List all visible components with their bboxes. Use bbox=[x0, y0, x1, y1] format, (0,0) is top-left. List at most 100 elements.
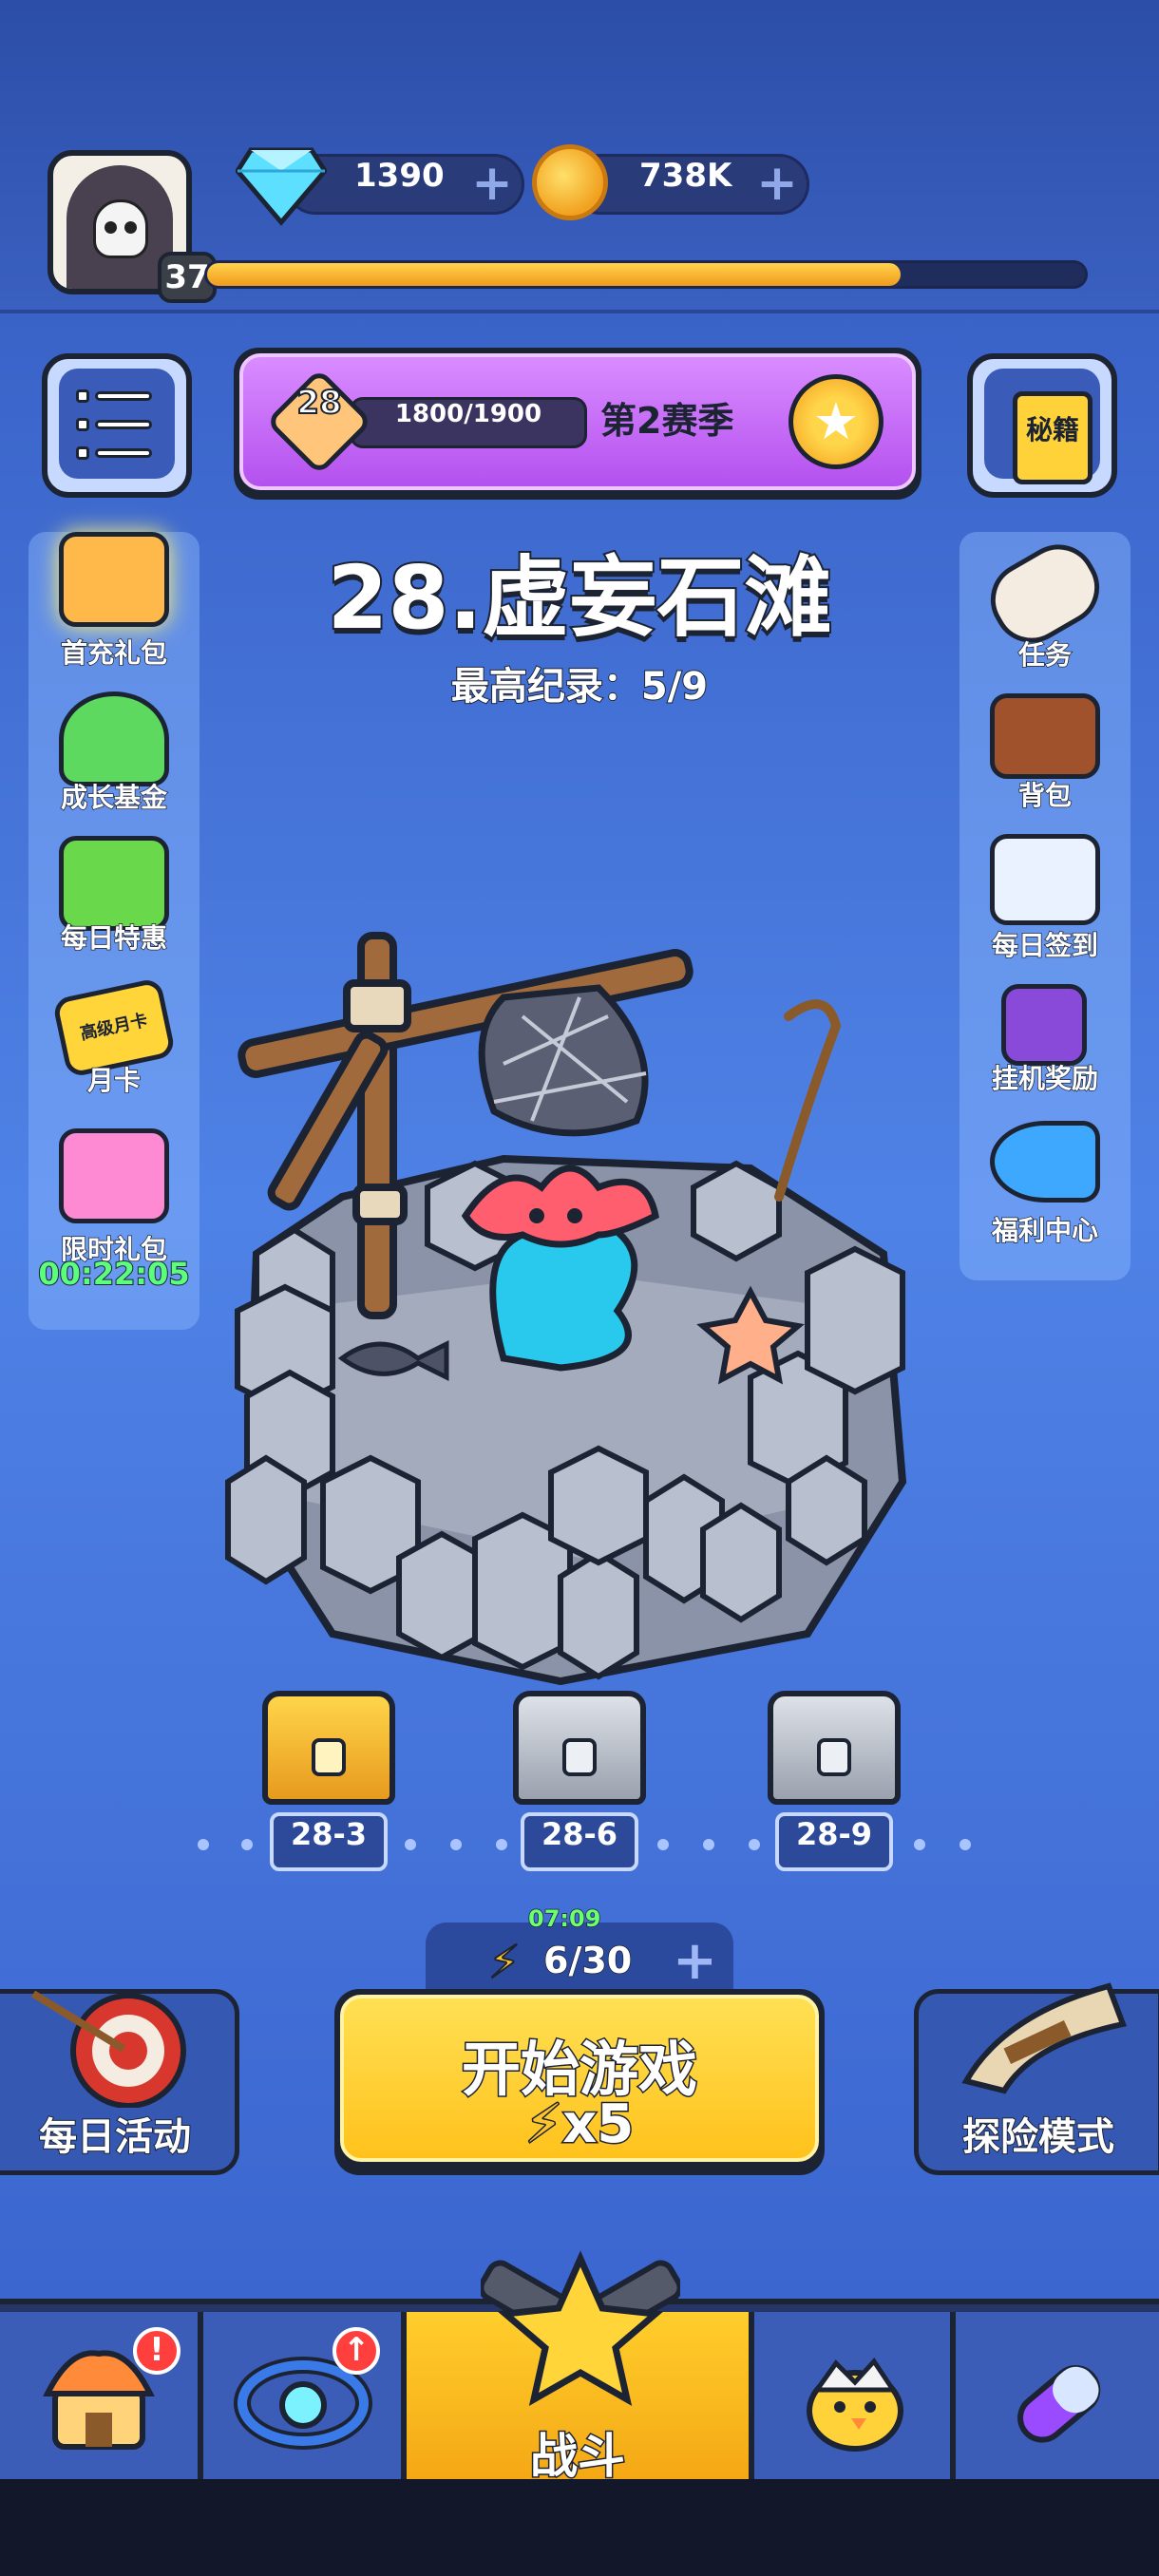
side-label: 任务 bbox=[1017, 638, 1073, 672]
start-game-button[interactable]: 开始游戏 ⚡x5 bbox=[334, 1989, 825, 2175]
growth-fund[interactable]: 成长基金 bbox=[30, 691, 198, 834]
progress-dot bbox=[657, 1839, 669, 1850]
menu-button[interactable] bbox=[42, 353, 192, 498]
energy-value: 6/30 bbox=[542, 1939, 633, 1982]
shopping-basket-icon bbox=[59, 836, 169, 931]
chick-icon bbox=[807, 2357, 903, 2452]
season-progress: 1800/1900 bbox=[350, 397, 587, 448]
progress-dot bbox=[496, 1839, 507, 1850]
add-coins-button[interactable]: + bbox=[753, 159, 801, 208]
system-bar bbox=[0, 2479, 1159, 2576]
list-line bbox=[95, 391, 152, 401]
target-icon bbox=[30, 1990, 186, 2108]
menu-button-inner bbox=[59, 369, 175, 479]
horn-icon bbox=[961, 1982, 1128, 2094]
gift-chest-icon bbox=[59, 532, 169, 627]
list-icon bbox=[76, 446, 89, 460]
chest-label: 28-3 bbox=[270, 1812, 388, 1871]
tab-battle[interactable]: 战斗 bbox=[407, 2250, 754, 2486]
mode-label: 每日活动 bbox=[38, 2114, 192, 2160]
star-badge-icon[interactable]: ★ bbox=[788, 374, 884, 469]
lock-icon bbox=[817, 1738, 851, 1776]
backpack-icon bbox=[990, 693, 1100, 779]
side-label: 背包 bbox=[1017, 779, 1073, 812]
tasks-button[interactable]: 任务 bbox=[961, 530, 1129, 676]
xp-bar bbox=[204, 260, 1088, 289]
coin-icon bbox=[532, 144, 608, 220]
daily-activity-button[interactable]: 每日活动 bbox=[0, 1989, 239, 2175]
welfare-center-button[interactable]: 福利中心 bbox=[961, 1121, 1129, 1247]
limited-gift[interactable]: 限时礼包 00:22:05 bbox=[30, 1128, 198, 1299]
growth-arrow-icon bbox=[59, 691, 169, 786]
lock-icon bbox=[562, 1738, 597, 1776]
tab-pets[interactable] bbox=[754, 2312, 956, 2483]
progress-dot bbox=[405, 1839, 416, 1850]
side-label: 成长基金 bbox=[60, 781, 168, 814]
add-gems-button[interactable]: + bbox=[468, 159, 516, 208]
secret-button-inner: 秘籍 bbox=[984, 369, 1100, 484]
clipboard-check-icon bbox=[990, 834, 1100, 925]
megaphone-icon bbox=[990, 1121, 1100, 1203]
stage-scene[interactable] bbox=[218, 912, 940, 1691]
side-label: 月卡 bbox=[86, 1064, 142, 1097]
backpack-button[interactable]: 背包 bbox=[961, 693, 1129, 817]
chest-28-6[interactable] bbox=[513, 1691, 646, 1805]
progress-dot bbox=[703, 1839, 714, 1850]
tab-equipment[interactable]: ↑ bbox=[203, 2312, 407, 2483]
idle-reward-button[interactable]: 挂机奖励 bbox=[961, 984, 1129, 1108]
add-energy-button[interactable]: + bbox=[673, 1930, 717, 1992]
upgrade-badge: ↑ bbox=[332, 2327, 380, 2375]
list-line bbox=[95, 420, 152, 429]
gems-value: 1390 bbox=[354, 157, 445, 195]
diamond-icon bbox=[236, 147, 327, 226]
side-label: 挂机奖励 bbox=[991, 1062, 1099, 1095]
chest-label: 28-9 bbox=[775, 1812, 893, 1871]
capsule-icon bbox=[1017, 2364, 1101, 2443]
tab-shop[interactable]: ! bbox=[0, 2312, 203, 2483]
side-label: 福利中心 bbox=[991, 1214, 1099, 1247]
limited-gift-icon bbox=[59, 1128, 169, 1223]
mode-label: 探险模式 bbox=[961, 2114, 1115, 2160]
list-line bbox=[95, 448, 152, 458]
secret-label: 秘籍 bbox=[1025, 414, 1079, 445]
daily-checkin-button[interactable]: 每日签到 bbox=[961, 834, 1129, 962]
chest-label: 28-6 bbox=[521, 1812, 638, 1871]
adventure-mode-button[interactable]: 探险模式 bbox=[914, 1982, 1159, 2175]
start-cost: ⚡x5 bbox=[344, 2093, 815, 2157]
side-label: 每日特惠 bbox=[60, 921, 168, 955]
monthly-card[interactable]: 高级月卡 月卡 bbox=[30, 976, 198, 1121]
tab-battle-label: 战斗 bbox=[529, 2428, 627, 2486]
bottom-nav: ! ↑ 战斗 bbox=[0, 2250, 1159, 2486]
card-text: 高级月卡 bbox=[78, 1010, 150, 1045]
skull-icon bbox=[93, 199, 148, 258]
chest-28-3[interactable] bbox=[262, 1691, 395, 1805]
first-recharge-gift[interactable]: 首充礼包 bbox=[30, 532, 198, 674]
eye bbox=[104, 221, 117, 234]
alert-badge: ! bbox=[133, 2327, 180, 2375]
energy-timer: 07:09 bbox=[527, 1904, 601, 1933]
tab-items[interactable] bbox=[956, 2312, 1159, 2483]
secret-button[interactable]: 秘籍 bbox=[967, 353, 1117, 498]
fishing-net bbox=[478, 984, 649, 1137]
energy-pill: ⚡ 6/30 + bbox=[426, 1923, 733, 1998]
season-inner: 1800/1900 28 第2赛季 ★ bbox=[239, 353, 916, 490]
gift-timer: 00:22:05 bbox=[37, 1255, 190, 1293]
daily-deal[interactable]: 每日特惠 bbox=[30, 836, 198, 978]
season-title: 第2赛季 bbox=[600, 400, 734, 442]
list-icon bbox=[76, 418, 89, 431]
season-level: 28 bbox=[295, 383, 342, 423]
progress-dot bbox=[241, 1839, 253, 1850]
progress-dot bbox=[960, 1839, 971, 1850]
lock-icon bbox=[312, 1738, 346, 1776]
progress-dot bbox=[450, 1839, 462, 1850]
chest-28-9[interactable] bbox=[768, 1691, 901, 1805]
side-label: 每日签到 bbox=[991, 929, 1099, 962]
progress-dot bbox=[749, 1839, 760, 1850]
lightning-icon: ⚡ bbox=[523, 2093, 563, 2157]
book-icon: 秘籍 bbox=[1013, 391, 1092, 484]
list-icon bbox=[76, 389, 89, 403]
season-panel[interactable]: 1800/1900 28 第2赛季 ★ bbox=[234, 348, 922, 500]
start-game-inner: 开始游戏 ⚡x5 bbox=[340, 1995, 819, 2162]
start-cost-value: x5 bbox=[561, 2093, 636, 2157]
xp-fill bbox=[207, 263, 901, 286]
